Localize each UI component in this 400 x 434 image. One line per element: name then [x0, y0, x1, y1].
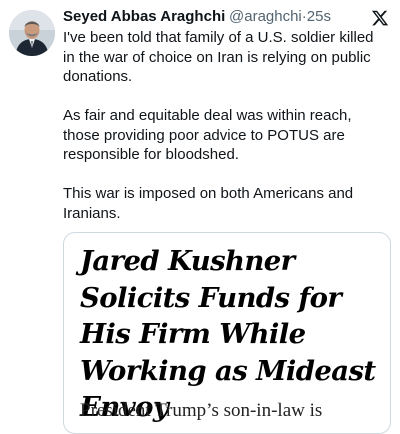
article-subhead: President Trump’s son-in-law is: [80, 400, 323, 421]
tweet-timestamp[interactable]: 25s: [307, 8, 331, 25]
avatar[interactable]: [9, 10, 55, 56]
author-meta: @araghchi·25s: [229, 8, 331, 25]
profile-photo-icon: [9, 10, 55, 56]
tweet-header: Seyed Abbas Araghchi @araghchi·25s: [63, 7, 400, 29]
article-card[interactable]: Jared Kushner Solicits Funds for His Fir…: [63, 232, 391, 434]
tweet-paragraph: As fair and equitable deal was within re…: [63, 107, 352, 163]
tweet-paragraph: I've been told that family of a U.S. sol…: [63, 29, 374, 85]
x-logo-icon: [371, 10, 389, 26]
author-handle[interactable]: @araghchi: [229, 8, 302, 25]
tweet-paragraph: This war is imposed on both Americans an…: [63, 185, 354, 222]
article-headline: Jared Kushner Solicits Funds for His Fir…: [80, 245, 376, 423]
author-name[interactable]: Seyed Abbas Araghchi: [63, 8, 225, 25]
tweet-text: I've been told that family of a U.S. sol…: [63, 28, 385, 243]
